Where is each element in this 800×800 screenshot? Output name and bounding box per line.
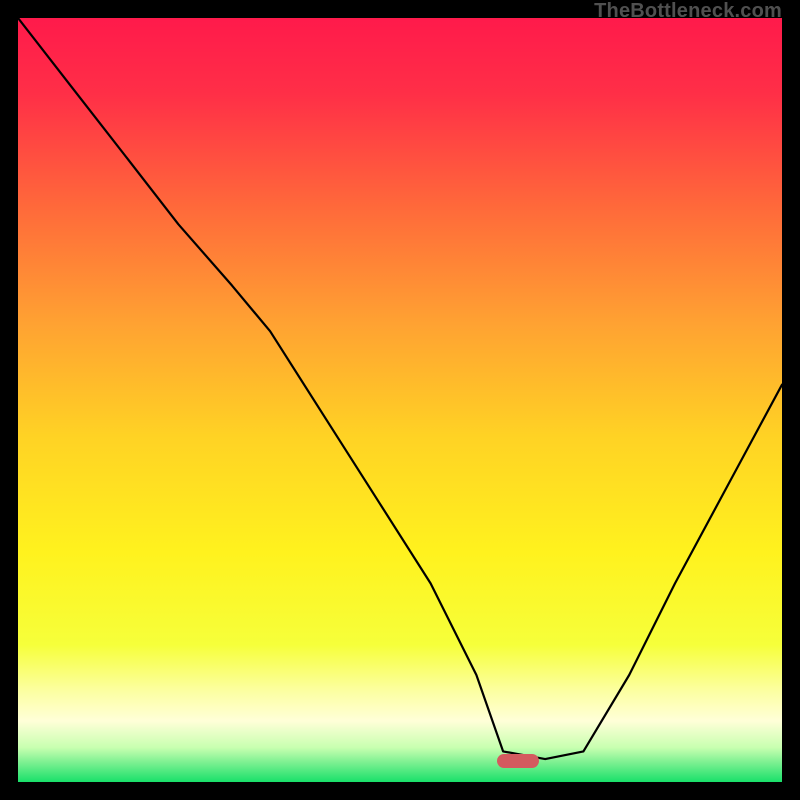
gradient-background (18, 18, 782, 782)
chart-area (18, 18, 782, 782)
optimal-marker (497, 754, 539, 768)
watermark-text: TheBottleneck.com (594, 0, 782, 23)
